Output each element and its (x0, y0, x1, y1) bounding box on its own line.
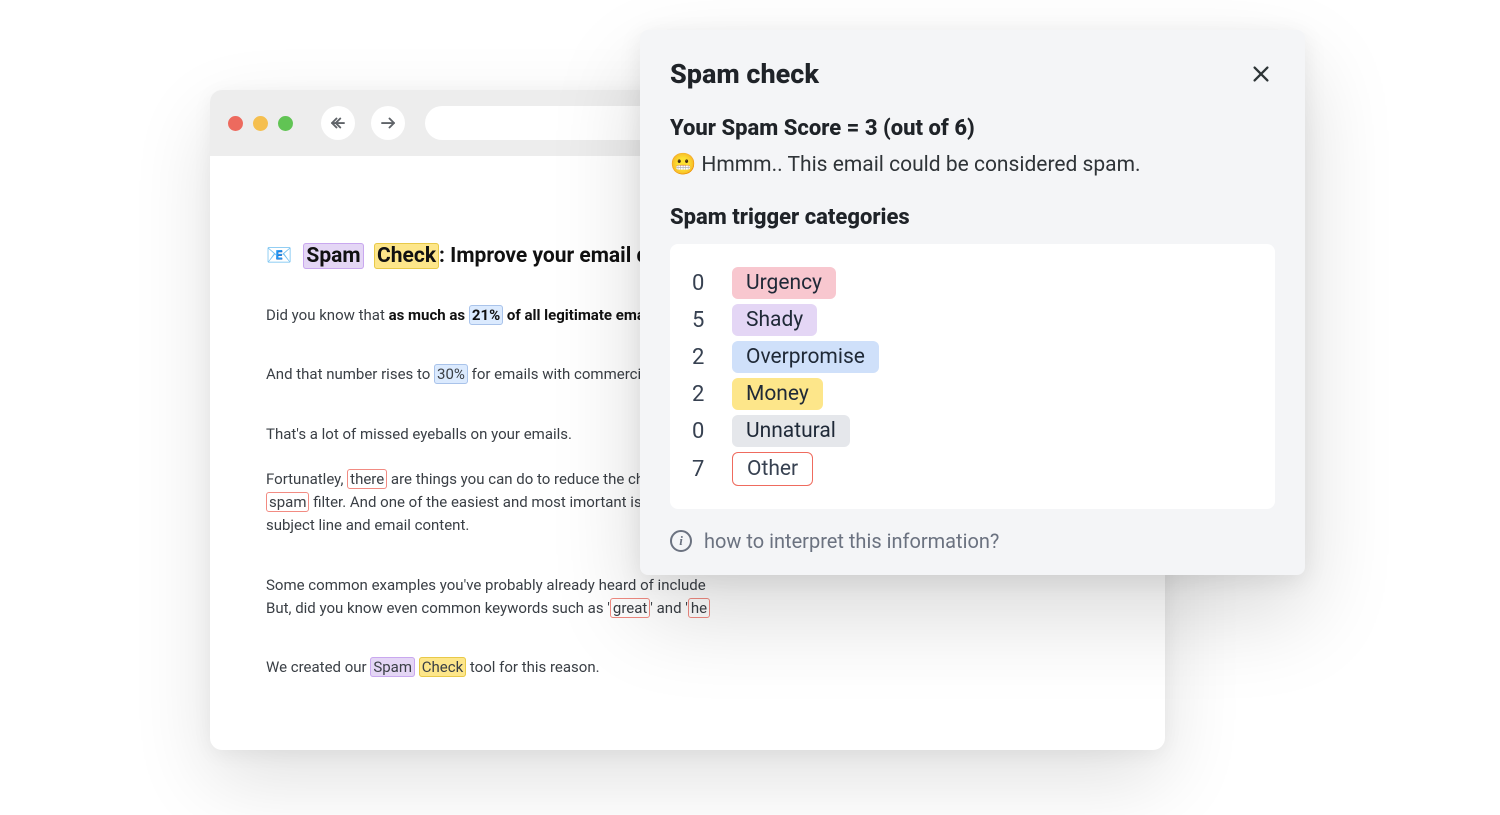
categories-title: Spam trigger categories (670, 205, 1275, 230)
highlight-spam: Spam (303, 243, 363, 269)
spam-check-panel: Spam check Your Spam Score = 3 (out of 6… (640, 30, 1305, 575)
panel-title: Spam check (670, 58, 819, 90)
highlight-spam-2: Spam (370, 657, 415, 677)
spam-score: Your Spam Score = 3 (out of 6) (670, 116, 1275, 141)
category-tag-money[interactable]: Money (732, 378, 823, 410)
category-row-other: 7 Other (692, 452, 1253, 486)
spam-score-message: 😬 Hmmm.. This email could be considered … (670, 153, 1275, 177)
paragraph-5: Some common examples you've probably alr… (266, 574, 1109, 621)
category-tag-urgency[interactable]: Urgency (732, 267, 836, 299)
category-row-unnatural: 0 Unnatural (692, 415, 1253, 447)
window-min-dot[interactable] (253, 116, 268, 131)
panel-header: Spam check (670, 58, 1275, 90)
category-tag-overpromise[interactable]: Overpromise (732, 341, 879, 373)
window-max-dot[interactable] (278, 116, 293, 131)
highlight-there: there (347, 469, 387, 489)
close-icon (1250, 63, 1272, 85)
category-count: 7 (692, 457, 714, 482)
window-close-dot[interactable] (228, 116, 243, 131)
category-tag-other[interactable]: Other (732, 452, 813, 486)
category-count: 2 (692, 382, 714, 407)
highlight-21: 21% (469, 305, 503, 325)
close-button[interactable] (1247, 60, 1275, 88)
interpret-link[interactable]: i how to interpret this information? (670, 529, 1275, 553)
info-icon: i (670, 530, 692, 552)
highlight-30: 30% (434, 364, 468, 384)
category-count: 0 (692, 271, 714, 296)
categories-box: 0 Urgency 5 Shady 2 Overpromise 2 Money … (670, 244, 1275, 509)
highlight-spam-word: spam (266, 492, 309, 512)
category-row-urgency: 0 Urgency (692, 267, 1253, 299)
category-tag-shady[interactable]: Shady (732, 304, 817, 336)
category-tag-unnatural[interactable]: Unnatural (732, 415, 850, 447)
highlight-check: Check (374, 243, 439, 269)
email-icon: 📧 (266, 244, 292, 268)
highlight-he: he (688, 598, 710, 618)
category-count: 0 (692, 419, 714, 444)
interpret-text: how to interpret this information? (704, 529, 999, 553)
forward-button[interactable] (371, 106, 405, 140)
category-count: 5 (692, 308, 714, 333)
category-row-shady: 5 Shady (692, 304, 1253, 336)
category-row-money: 2 Money (692, 378, 1253, 410)
highlight-great: great (610, 598, 650, 618)
category-row-overpromise: 2 Overpromise (692, 341, 1253, 373)
category-count: 2 (692, 345, 714, 370)
arrow-right-icon (379, 114, 397, 132)
grimace-icon: 😬 (670, 153, 696, 177)
back-button[interactable] (321, 106, 355, 140)
highlight-check-2: Check (419, 657, 466, 677)
paragraph-6: We created our Spam Check tool for this … (266, 656, 1109, 679)
